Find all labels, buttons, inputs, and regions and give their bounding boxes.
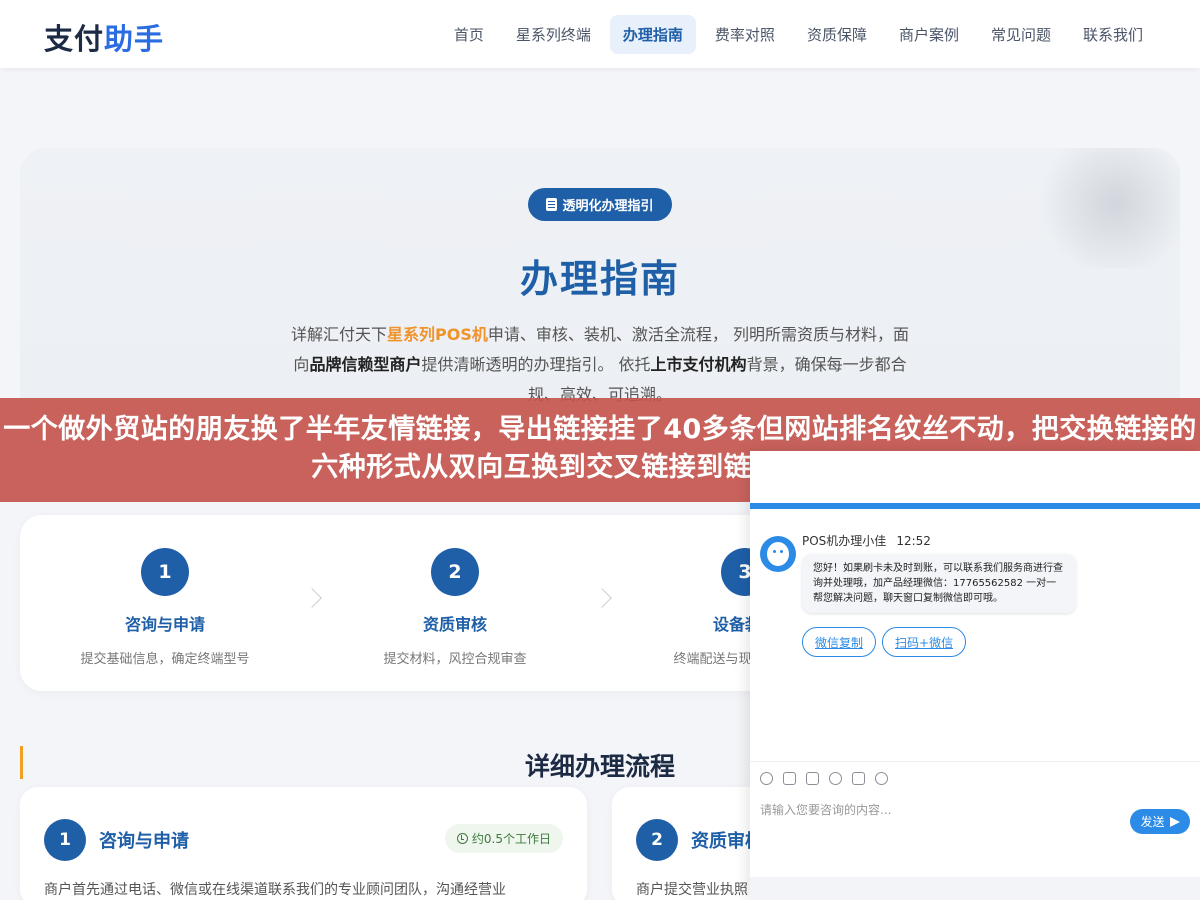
chat-header-bar: [750, 503, 1200, 509]
send-label: 发送: [1140, 815, 1165, 829]
duration-label: 约0.5个工作日: [471, 832, 551, 846]
duration-badge: 约0.5个工作日: [444, 824, 563, 853]
detail-step-number: 2: [636, 819, 678, 861]
agent-avatar: [760, 536, 796, 572]
hero-desc-text: 提供清晰透明的办理指引。 依托: [421, 355, 651, 374]
step-description: 提交基础信息，确定终端型号: [80, 652, 250, 667]
chat-window-controls: [1144, 463, 1194, 485]
clock-icon: [456, 833, 468, 844]
chat-header: [750, 451, 1200, 503]
logo-text-accent: 助手: [104, 22, 165, 56]
emoji-icon[interactable]: [760, 772, 773, 785]
send-arrow-icon: [1169, 816, 1180, 827]
hero-desc-bold: 上市支付机构: [650, 355, 747, 374]
sound-icon[interactable]: [852, 772, 865, 785]
chat-message-bubble: 您好！如果刷卡未及时到账，可以联系我们服务商进行查询并处理哦，加产品经理微信：1…: [802, 554, 1076, 613]
copy-wechat-button[interactable]: 微信复制: [802, 627, 877, 657]
detail-step-title: 咨询与申请: [99, 831, 189, 852]
nav-item-faq[interactable]: 常见问题: [978, 15, 1064, 54]
logo-text-primary: 支付: [44, 22, 105, 56]
evaluate-icon[interactable]: [829, 772, 842, 785]
chat-footer: [750, 877, 1200, 900]
chat-input[interactable]: 请输入您要咨询的内容...: [760, 801, 891, 818]
message-time: 12:52: [896, 534, 931, 548]
maximize-icon[interactable]: [1172, 463, 1194, 485]
step-number: 1: [141, 548, 189, 596]
agent-name: POS机办理小佳: [802, 534, 887, 548]
quick-reply-buttons: 微信复制 扫码+微信: [802, 627, 967, 657]
chat-window: POS机办理小佳 12:52 您好！如果刷卡未及时到账，可以联系我们服务商进行查询…: [750, 451, 1200, 900]
page-title: 办理指南: [519, 257, 680, 301]
chat-toolbar: [750, 761, 1200, 795]
step-title: 资质审核: [422, 615, 487, 634]
nav-item-guide[interactable]: 办理指南: [609, 15, 696, 54]
site-logo[interactable]: 支付助手: [44, 16, 164, 58]
minimize-icon[interactable]: [1144, 463, 1166, 485]
clipboard-icon: [546, 198, 558, 211]
nav-item-contact[interactable]: 联系我们: [1070, 15, 1156, 54]
hero-badge-label: 透明化办理指引: [562, 199, 654, 214]
main-nav: 首页 星系列终端 办理指南 费率对照 资质保障 商户案例 常见问题 联系我们: [441, 15, 1156, 54]
step-item: 2 资质审核 提交材料，风控合规审查: [310, 548, 600, 667]
agent-meta: POS机办理小佳 12:52: [802, 532, 931, 549]
nav-item-rates[interactable]: 费率对照: [702, 15, 788, 54]
detail-card: 1 咨询与申请 约0.5个工作日 商户首先通过电话、微信或在线渠道联系我们的专业…: [20, 787, 587, 900]
wechat-icon[interactable]: [875, 772, 888, 785]
screenshot-icon[interactable]: [806, 772, 819, 785]
image-icon[interactable]: [783, 772, 796, 785]
hero-badge: 透明化办理指引: [528, 188, 672, 221]
hero-desc-text: 详解汇付天下: [291, 325, 388, 344]
step-item: 1 咨询与申请 提交基础信息，确定终端型号: [20, 548, 310, 667]
nav-item-home[interactable]: 首页: [441, 15, 497, 54]
step-description: 提交材料，风控合规审查: [383, 652, 527, 667]
step-title: 咨询与申请: [124, 615, 205, 634]
nav-item-cases[interactable]: 商户案例: [886, 15, 972, 54]
hero-section: 透明化办理指引 办理指南 详解汇付天下星系列POS机申请、审核、装机、激活全流程…: [20, 148, 1180, 430]
site-header: 支付助手 首页 星系列终端 办理指南 费率对照 资质保障 商户案例 常见问题 联…: [0, 0, 1200, 68]
detail-step-text: 商户首先通过电话、微信或在线渠道联系我们的专业顾问团队，沟通经营业: [44, 882, 506, 898]
nav-item-terminals[interactable]: 星系列终端: [503, 15, 604, 54]
detail-step-number: 1: [44, 819, 86, 861]
hero-desc-highlight: 星系列POS机: [387, 325, 488, 344]
nav-item-qualification[interactable]: 资质保障: [794, 15, 880, 54]
step-number: 2: [431, 548, 479, 596]
hero-description: 详解汇付天下星系列POS机申请、审核、装机、激活全流程， 列明所需资质与材料，面…: [290, 320, 910, 410]
send-button[interactable]: 发送: [1130, 809, 1190, 834]
scan-wechat-button[interactable]: 扫码+微信: [882, 627, 967, 657]
hero-desc-bold: 品牌信赖型商户: [309, 355, 422, 374]
